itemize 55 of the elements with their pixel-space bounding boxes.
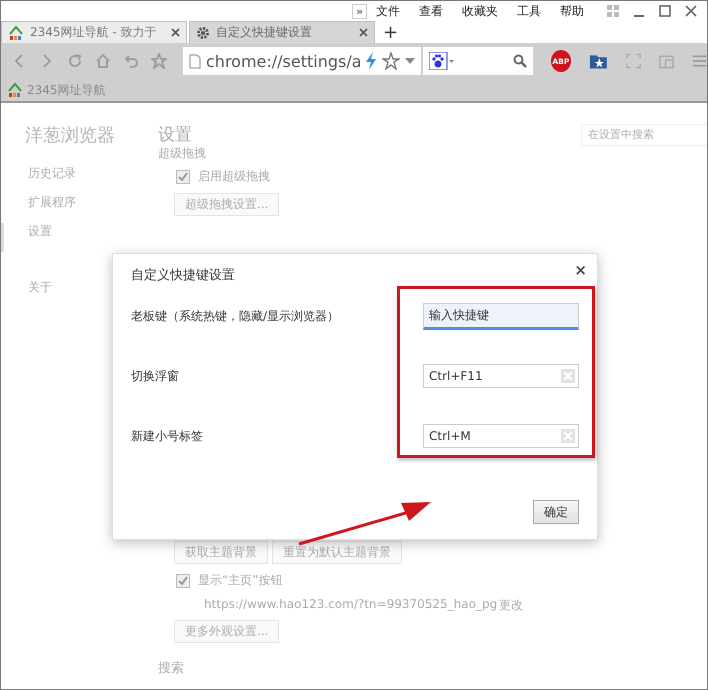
menu-icon[interactable] [692,54,707,68]
star-icon[interactable] [151,53,167,69]
lightning-icon[interactable] [365,52,377,70]
dialog-title: 自定义快捷键设置 [131,267,235,284]
star-icon[interactable] [382,52,400,70]
gear-icon [196,26,210,40]
shortcut-field[interactable]: Ctrl+F11 [423,364,579,388]
undo-icon[interactable] [123,53,139,69]
browser-tab[interactable]: 自定义快捷键设置 [189,21,375,43]
close-icon[interactable] [171,28,180,37]
overflow-button[interactable]: » [352,4,367,18]
menu-item[interactable]: 查看 [419,2,443,20]
home-icon[interactable] [95,53,111,69]
dropdown-icon[interactable] [405,58,415,64]
shortcut-field[interactable]: Ctrl+M [423,424,579,448]
browser-tab[interactable]: 2345网址导航 - 致力于 [1,21,187,43]
address-bar[interactable]: chrome://settings/a [183,47,421,75]
shortcut-label: 老板键（系统热键，隐藏/显示浏览器） [131,308,340,324]
reload-icon[interactable] [67,53,83,69]
shortcut-label: 切换浮窗 [131,368,179,384]
paw-icon[interactable] [429,52,455,70]
menu-item[interactable]: 文件 [376,2,400,20]
search-box[interactable] [423,47,533,75]
close-icon[interactable] [359,28,368,37]
search-field[interactable]: 在设置中搜索 [581,124,707,146]
browser-title: 洋葱浏览器 [24,124,116,147]
search-icon[interactable] [512,54,527,68]
page-title: 设置 [158,124,192,146]
checkbox[interactable] [176,170,190,184]
house-logo-icon [8,24,24,40]
tab-label: 自定义快捷键设置 [216,24,313,41]
grid-icon[interactable] [607,5,619,17]
menu-item[interactable]: 收藏夹 [462,2,498,20]
house-logo-icon [7,82,23,98]
fullscreen-icon[interactable] [626,53,641,69]
tab-label: 2345网址导航 - 致力于 [30,24,158,41]
page-icon [189,54,201,68]
checkmark-icon [178,576,188,586]
checkmark-icon [178,172,188,182]
homepage-url: https://www.hao123.com/?tn=99370525_hao_pg [204,597,498,613]
section-heading: 超级拖拽 [158,146,207,160]
new-tab-button[interactable]: + [383,23,398,43]
ok-button[interactable]: 确定 [533,500,579,524]
section-heading: 搜索 [158,660,185,677]
menu-item[interactable]: 工具 [517,2,541,20]
close-icon[interactable] [685,5,697,17]
shortcut-label: 新建小号标签 [131,428,203,444]
checkbox-label: 显示“主页”按钮 [198,572,282,589]
shortcut-field[interactable]: 输入快捷键 [423,302,579,330]
window-icon[interactable] [658,53,674,69]
checkbox-label: 启用超级拖拽 [198,168,270,185]
menu-item[interactable]: 帮助 [560,2,584,20]
checkbox[interactable] [176,574,190,588]
close-button[interactable]: × [574,261,587,279]
maximize-icon[interactable] [659,5,671,17]
